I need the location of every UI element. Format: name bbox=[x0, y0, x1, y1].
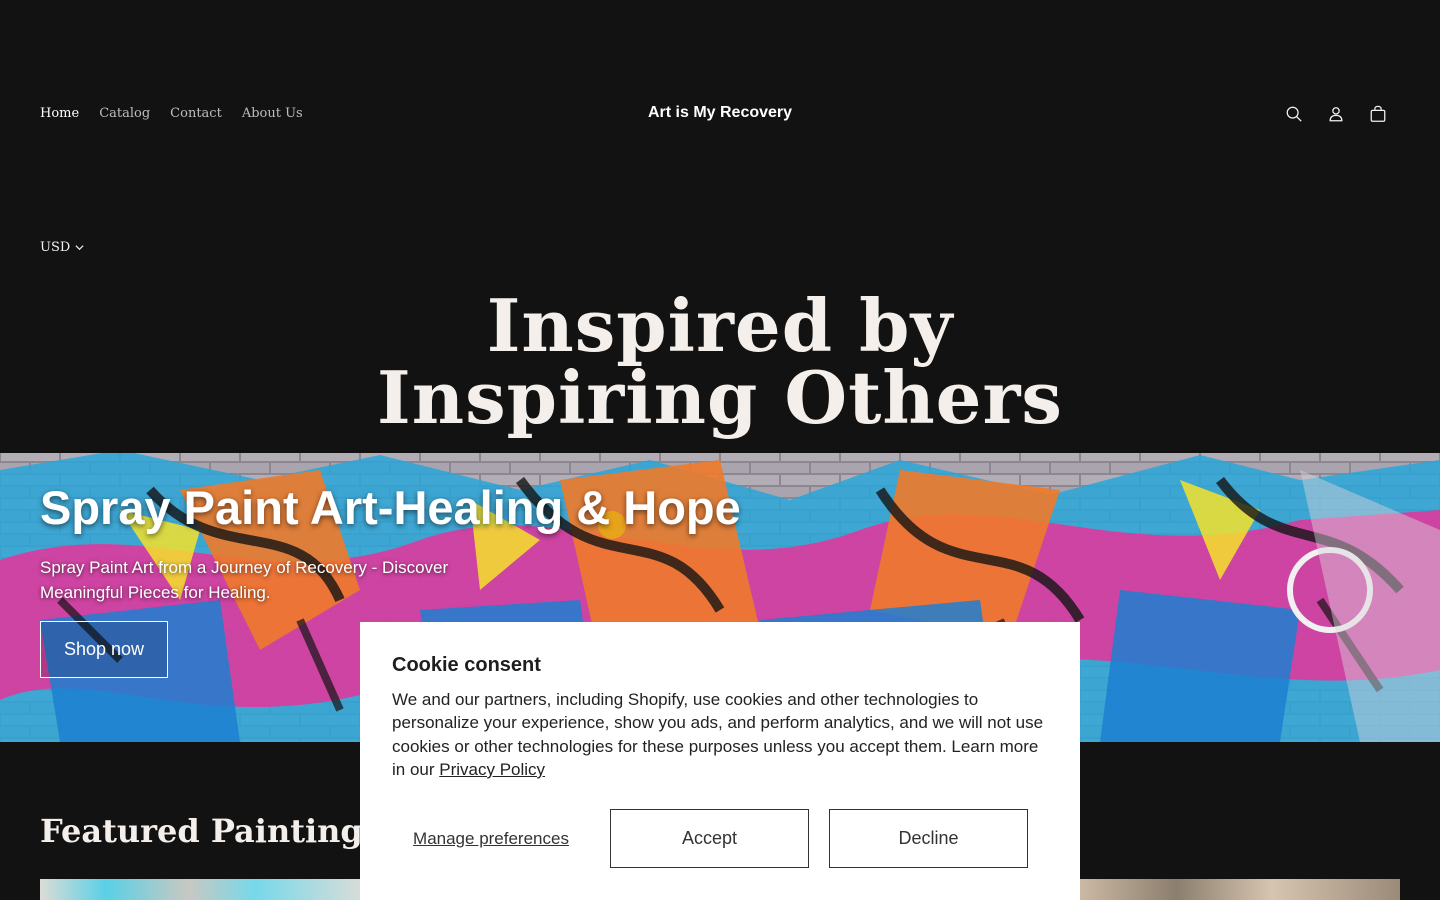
nav-home[interactable]: Home bbox=[40, 106, 79, 121]
shop-now-button[interactable]: Shop now bbox=[40, 621, 168, 678]
header-icons bbox=[1284, 104, 1388, 124]
cookie-consent-dialog: Cookie consent We and our partners, incl… bbox=[360, 622, 1080, 900]
search-icon[interactable] bbox=[1284, 104, 1304, 124]
featured-painting-thumbnail[interactable] bbox=[40, 879, 370, 900]
hero-title: Inspired by Inspiring Others bbox=[0, 290, 1440, 434]
privacy-policy-link[interactable]: Privacy Policy bbox=[439, 760, 545, 779]
banner-subtitle: Spray Paint Art from a Journey of Recove… bbox=[40, 558, 449, 602]
manage-preferences-link[interactable]: Manage preferences bbox=[392, 809, 590, 868]
accept-button[interactable]: Accept bbox=[610, 809, 809, 868]
cookie-title: Cookie consent bbox=[392, 654, 541, 676]
currency-selector[interactable]: USD bbox=[40, 240, 84, 255]
hero-title-line2: Inspiring Others bbox=[377, 355, 1063, 440]
featured-painting-thumbnail[interactable] bbox=[1080, 879, 1400, 900]
banner-title: Spray Paint Art-Healing & Hope bbox=[40, 481, 741, 534]
main-nav: Home Catalog Contact About Us bbox=[40, 106, 303, 121]
nav-catalog[interactable]: Catalog bbox=[99, 106, 150, 121]
site-brand[interactable]: Art is My Recovery bbox=[648, 104, 792, 121]
cart-icon[interactable] bbox=[1368, 104, 1388, 124]
account-icon[interactable] bbox=[1326, 104, 1346, 124]
featured-paintings-heading: Featured Paintings bbox=[40, 812, 381, 850]
nav-about-us[interactable]: About Us bbox=[242, 106, 303, 121]
cookie-actions: Manage preferences Accept Decline bbox=[392, 809, 1028, 868]
nav-contact[interactable]: Contact bbox=[170, 106, 222, 121]
decline-button[interactable]: Decline bbox=[829, 809, 1028, 868]
chevron-down-icon bbox=[75, 245, 84, 251]
currency-label: USD bbox=[40, 240, 71, 255]
cookie-body: We and our partners, including Shopify, … bbox=[392, 688, 1048, 781]
